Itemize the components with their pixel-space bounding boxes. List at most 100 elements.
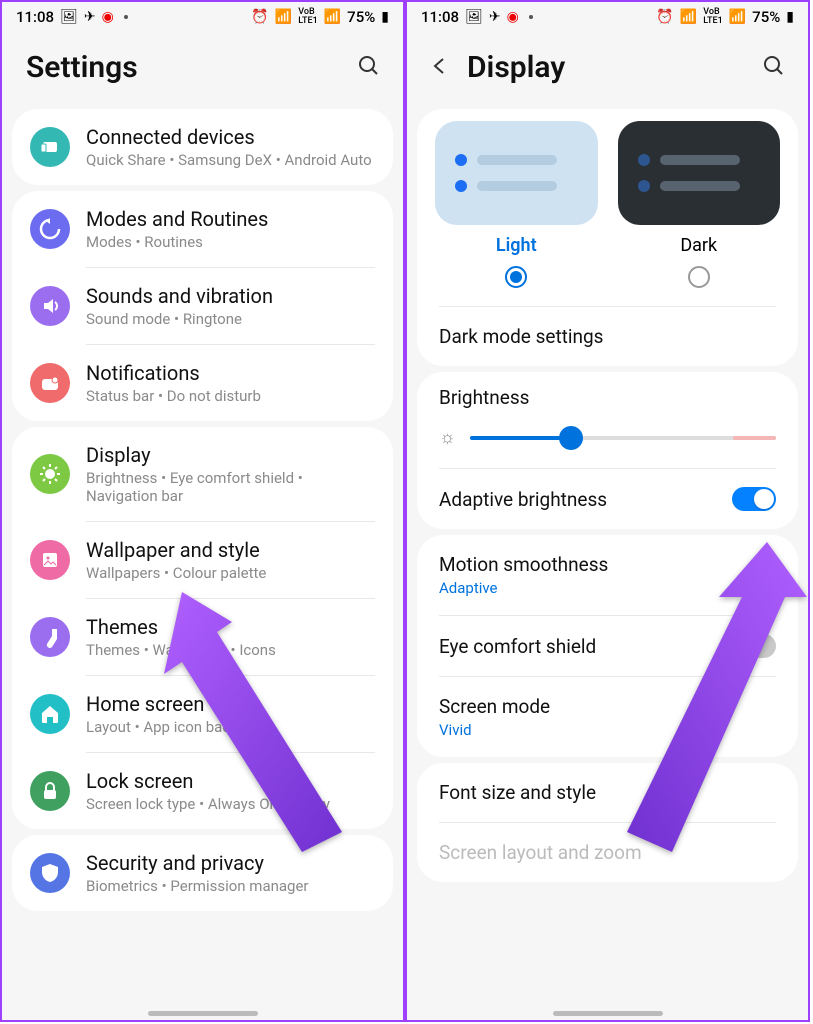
nav-handle[interactable] bbox=[553, 1011, 663, 1016]
wallpaper-icon bbox=[30, 540, 70, 580]
item-subtitle: Quick Share • Samsung DeX • Android Auto bbox=[86, 151, 375, 169]
light-preview bbox=[435, 121, 598, 225]
item-subtitle: Modes • Routines bbox=[86, 233, 375, 251]
settings-item-wallpaper[interactable]: Wallpaper and style Wallpapers • Colour … bbox=[12, 522, 393, 598]
adaptive-brightness-row[interactable]: Adaptive brightness bbox=[417, 469, 798, 529]
item-subtitle: Status bar • Do not disturb bbox=[86, 387, 375, 405]
settings-card: Modes and Routines Modes • Routines Soun… bbox=[12, 191, 393, 421]
wifi-icon: 📶 bbox=[275, 9, 292, 25]
battery-text: 75% bbox=[347, 8, 375, 26]
telegram-icon: ✈ bbox=[84, 9, 96, 25]
motion-smoothness-row[interactable]: Motion smoothness Adaptive bbox=[417, 535, 798, 615]
status-bar: 11:08 🖼 ✈ ◉ ⏰ 📶 VoBLTE1 📶 75% ▮ bbox=[407, 2, 808, 32]
dark-mode-settings-row[interactable]: Dark mode settings bbox=[417, 307, 798, 366]
brightness-label: Brightness bbox=[417, 372, 798, 417]
clock: 11:08 bbox=[421, 8, 459, 26]
more-dot bbox=[124, 15, 128, 19]
sun-icon: ☼ bbox=[439, 427, 456, 448]
page-title: Display bbox=[467, 50, 565, 85]
display-icon bbox=[30, 454, 70, 494]
brightness-card: Brightness ☼ Adaptive brightness bbox=[417, 372, 798, 529]
signal-icon: 📶 bbox=[324, 9, 341, 25]
dark-label: Dark bbox=[618, 235, 781, 256]
lte-icon: VoBLTE1 bbox=[703, 8, 722, 26]
devices-icon bbox=[30, 127, 70, 167]
signal-icon: 📶 bbox=[729, 9, 746, 25]
item-subtitle: Brightness • Eye comfort shield • Naviga… bbox=[86, 469, 375, 505]
settings-card: Display Brightness • Eye comfort shield … bbox=[12, 427, 393, 829]
item-subtitle: Layout • App icon badges bbox=[86, 718, 375, 736]
alarm-icon: ⏰ bbox=[656, 9, 673, 25]
phone-right-display: 11:08 🖼 ✈ ◉ ⏰ 📶 VoBLTE1 📶 75% ▮ Display bbox=[405, 0, 810, 1022]
settings-header: Settings bbox=[2, 32, 403, 103]
item-subtitle: Sound mode • Ringtone bbox=[86, 310, 375, 328]
battery-text: 75% bbox=[752, 8, 780, 26]
adaptive-brightness-toggle[interactable] bbox=[732, 487, 776, 511]
alarm-icon: ⏰ bbox=[251, 9, 268, 25]
settings-item-shield[interactable]: Security and privacy Biometrics • Permis… bbox=[12, 835, 393, 911]
item-title: Notifications bbox=[86, 361, 375, 385]
item-title: Themes bbox=[86, 615, 375, 639]
item-subtitle: Screen lock type • Always On Display bbox=[86, 795, 375, 813]
youtube-icon: ◉ bbox=[507, 9, 519, 25]
page-title: Settings bbox=[26, 50, 138, 85]
routine-icon bbox=[30, 209, 70, 249]
eye-comfort-toggle[interactable] bbox=[732, 634, 776, 658]
status-bar: 11:08 🖼 ✈ ◉ ⏰ 📶 VoBLTE1 📶 75% ▮ bbox=[2, 2, 403, 32]
settings-item-notif[interactable]: Notifications Status bar • Do not distur… bbox=[12, 345, 393, 421]
dark-radio[interactable] bbox=[688, 266, 710, 288]
back-icon[interactable] bbox=[431, 57, 449, 79]
more-dot bbox=[529, 15, 533, 19]
item-title: Connected devices bbox=[86, 125, 375, 149]
wifi-icon: 📶 bbox=[680, 9, 697, 25]
notif-icon bbox=[30, 363, 70, 403]
item-title: Display bbox=[86, 443, 375, 467]
settings-item-theme[interactable]: Themes Themes • Wallpapers • Icons bbox=[12, 599, 393, 675]
picture-icon: 🖼 bbox=[60, 9, 78, 25]
item-title: Home screen bbox=[86, 692, 375, 716]
display-header: Display bbox=[407, 32, 808, 103]
sound-icon bbox=[30, 286, 70, 326]
phone-left-settings: 11:08 🖼 ✈ ◉ ⏰ 📶 VoBLTE1 📶 75% ▮ Settings… bbox=[0, 0, 405, 1022]
display-options-card: Motion smoothness Adaptive Eye comfort s… bbox=[417, 535, 798, 757]
settings-item-devices[interactable]: Connected devices Quick Share • Samsung … bbox=[12, 109, 393, 185]
battery-icon: ▮ bbox=[786, 9, 794, 25]
screen-mode-row[interactable]: Screen mode Vivid bbox=[417, 677, 798, 757]
clock: 11:08 bbox=[16, 8, 54, 26]
search-icon[interactable] bbox=[357, 54, 381, 82]
youtube-icon: ◉ bbox=[102, 9, 114, 25]
item-subtitle: Wallpapers • Colour palette bbox=[86, 564, 375, 582]
shield-icon bbox=[30, 853, 70, 893]
theme-option-light[interactable]: Light bbox=[435, 121, 598, 306]
item-subtitle: Biometrics • Permission manager bbox=[86, 877, 375, 895]
item-title: Wallpaper and style bbox=[86, 538, 375, 562]
eye-comfort-row[interactable]: Eye comfort shield bbox=[417, 616, 798, 676]
search-icon[interactable] bbox=[762, 54, 786, 82]
font-card: Font size and style Screen layout and zo… bbox=[417, 763, 798, 882]
theme-option-dark[interactable]: Dark bbox=[618, 121, 781, 306]
item-subtitle: Themes • Wallpapers • Icons bbox=[86, 641, 375, 659]
item-title: Security and privacy bbox=[86, 851, 375, 875]
item-title: Lock screen bbox=[86, 769, 375, 793]
battery-icon: ▮ bbox=[381, 9, 389, 25]
item-title: Sounds and vibration bbox=[86, 284, 375, 308]
dark-preview bbox=[618, 121, 781, 225]
lock-icon bbox=[30, 771, 70, 811]
theme-icon bbox=[30, 617, 70, 657]
telegram-icon: ✈ bbox=[489, 9, 501, 25]
light-label: Light bbox=[435, 235, 598, 256]
nav-handle[interactable] bbox=[148, 1011, 258, 1016]
screen-layout-row[interactable]: Screen layout and zoom bbox=[417, 823, 798, 882]
brightness-slider[interactable]: ☼ bbox=[417, 417, 798, 468]
settings-item-display[interactable]: Display Brightness • Eye comfort shield … bbox=[12, 427, 393, 521]
settings-item-lock[interactable]: Lock screen Screen lock type • Always On… bbox=[12, 753, 393, 829]
settings-item-home[interactable]: Home screen Layout • App icon badges bbox=[12, 676, 393, 752]
item-title: Modes and Routines bbox=[86, 207, 375, 231]
lte-icon: VoBLTE1 bbox=[298, 8, 317, 26]
settings-item-routine[interactable]: Modes and Routines Modes • Routines bbox=[12, 191, 393, 267]
font-size-row[interactable]: Font size and style bbox=[417, 763, 798, 822]
settings-item-sound[interactable]: Sounds and vibration Sound mode • Ringto… bbox=[12, 268, 393, 344]
theme-card: Light Dark Dark mode settings bbox=[417, 109, 798, 366]
light-radio[interactable] bbox=[505, 266, 527, 288]
picture-icon: 🖼 bbox=[465, 9, 483, 25]
